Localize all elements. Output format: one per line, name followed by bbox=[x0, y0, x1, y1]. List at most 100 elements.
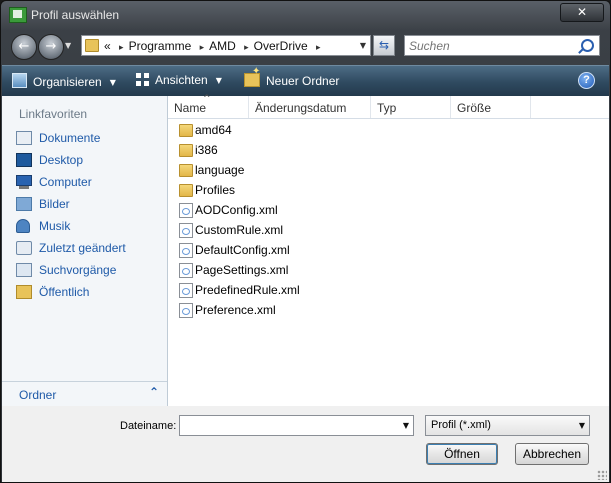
file-name: language bbox=[195, 163, 245, 177]
favorite-link-label: Dokumente bbox=[39, 131, 101, 145]
favorite-link-searches[interactable]: Suchvorgänge bbox=[2, 259, 167, 281]
resize-grip-icon[interactable] bbox=[597, 470, 607, 480]
filename-input[interactable] bbox=[183, 417, 388, 434]
searches-icon bbox=[16, 263, 32, 277]
favorite-link-music[interactable]: Musik bbox=[2, 215, 167, 237]
organize-menu-button[interactable]: Organisieren ▼ bbox=[12, 73, 116, 89]
command-toolbar: Organisieren ▼ Ansichten ▼ Neuer Ordner ? bbox=[2, 65, 609, 97]
chevron-up-icon: ⌃ bbox=[148, 385, 159, 399]
xml-file-icon bbox=[179, 303, 193, 318]
title-bar[interactable]: Profil auswählen ✕ bbox=[1, 1, 610, 29]
list-item[interactable]: CustomRule.xml bbox=[168, 220, 609, 240]
refresh-button[interactable]: ⇆ bbox=[373, 35, 395, 56]
help-icon[interactable]: ? bbox=[578, 72, 595, 89]
back-button[interactable]: ← bbox=[11, 34, 37, 60]
xml-file-icon bbox=[179, 263, 193, 278]
breadcrumb: « ▸ Programme ▸ AMD ▸ OverDrive ▸ bbox=[104, 39, 326, 53]
folder-icon bbox=[179, 184, 193, 197]
breadcrumb-separator-icon[interactable]: ▸ bbox=[244, 43, 249, 53]
column-header-row: ^ Name Änderungsdatum Typ Größe bbox=[168, 94, 609, 119]
xml-file-icon bbox=[179, 243, 193, 258]
favorite-link-computer[interactable]: Computer bbox=[2, 171, 167, 193]
public-folder-icon bbox=[16, 285, 32, 299]
favorite-link-documents[interactable]: Dokumente bbox=[2, 127, 167, 149]
favorite-link-recent[interactable]: Zuletzt geändert bbox=[2, 237, 167, 259]
recent-icon bbox=[16, 241, 32, 255]
open-button[interactable]: Öffnen bbox=[426, 443, 498, 465]
favorite-link-desktop[interactable]: Desktop bbox=[2, 149, 167, 171]
xml-file-icon bbox=[179, 283, 193, 298]
file-open-dialog: Profil auswählen ✕ ← → ▼ « ▸ Programme ▸ A… bbox=[0, 0, 611, 483]
file-name: DefaultConfig.xml bbox=[195, 243, 290, 257]
file-name: CustomRule.xml bbox=[195, 223, 284, 237]
breadcrumb-separator-icon[interactable]: ▸ bbox=[119, 43, 124, 53]
chevron-down-icon[interactable]: ▼ bbox=[403, 421, 409, 430]
cancel-button[interactable]: Abbrechen bbox=[515, 443, 589, 465]
list-item[interactable]: DefaultConfig.xml bbox=[168, 240, 609, 260]
new-folder-button[interactable]: Neuer Ordner bbox=[244, 66, 339, 88]
search-icon[interactable] bbox=[581, 39, 594, 52]
chevron-down-icon: ▼ bbox=[578, 421, 585, 430]
chevron-down-icon: ▼ bbox=[109, 78, 116, 87]
pictures-icon bbox=[16, 197, 32, 211]
app-icon bbox=[9, 7, 27, 23]
list-item[interactable]: AODConfig.xml bbox=[168, 200, 609, 220]
forward-button[interactable]: → bbox=[38, 34, 64, 60]
views-icon bbox=[136, 73, 149, 86]
favorite-link-label: Suchvorgänge bbox=[39, 263, 117, 277]
filetype-select[interactable]: Profil (*.xml) ▼ bbox=[425, 415, 590, 436]
desktop-icon bbox=[16, 153, 32, 167]
views-menu-button[interactable]: Ansichten ▼ bbox=[136, 73, 222, 87]
filename-label: Dateiname: bbox=[120, 420, 177, 432]
folder-icon bbox=[85, 39, 99, 52]
breadcrumb-separator-icon[interactable]: ▸ bbox=[316, 43, 321, 53]
favorite-link-label: Zuletzt geändert bbox=[39, 241, 126, 255]
close-button[interactable]: ✕ bbox=[560, 3, 604, 22]
folder-icon bbox=[179, 144, 193, 157]
new-folder-icon bbox=[244, 66, 260, 87]
list-item[interactable]: PageSettings.xml bbox=[168, 260, 609, 280]
folders-toggle[interactable]: Ordner ⌃ bbox=[2, 381, 167, 407]
favorite-link-public[interactable]: Öffentlich bbox=[2, 281, 167, 303]
file-name: Preference.xml bbox=[195, 303, 276, 317]
list-item[interactable]: language bbox=[168, 160, 609, 180]
dialog-content: Linkfavoriten Dokumente Desktop Computer… bbox=[2, 94, 609, 407]
xml-file-icon bbox=[179, 223, 193, 238]
address-dropdown-icon[interactable]: ▼ bbox=[360, 41, 366, 50]
folders-label: Ordner bbox=[19, 388, 57, 402]
folder-icon bbox=[179, 124, 193, 137]
address-bar[interactable]: « ▸ Programme ▸ AMD ▸ OverDrive ▸ ▼ bbox=[81, 35, 371, 56]
breadcrumb-separator-icon[interactable]: ▸ bbox=[200, 43, 205, 53]
favorite-link-label: Bilder bbox=[39, 197, 70, 211]
chevron-down-icon: ▼ bbox=[215, 76, 222, 85]
column-header-label: Name bbox=[174, 101, 207, 115]
column-header-type[interactable]: Typ bbox=[371, 96, 451, 118]
search-input[interactable] bbox=[409, 37, 574, 54]
list-item[interactable]: amd64 bbox=[168, 120, 609, 140]
breadcrumb-overflow[interactable]: « bbox=[104, 39, 111, 53]
search-box bbox=[404, 35, 600, 56]
file-name: i386 bbox=[195, 143, 218, 157]
organize-label: Organisieren bbox=[33, 75, 102, 89]
breadcrumb-item[interactable]: Programme bbox=[129, 39, 192, 53]
column-header-size[interactable]: Größe bbox=[451, 96, 531, 118]
organize-icon bbox=[12, 73, 27, 88]
breadcrumb-item[interactable]: AMD bbox=[209, 39, 236, 53]
favorite-link-label: Öffentlich bbox=[39, 285, 90, 299]
file-name: amd64 bbox=[195, 123, 232, 137]
breadcrumb-item[interactable]: OverDrive bbox=[254, 39, 308, 53]
list-item[interactable]: i386 bbox=[168, 140, 609, 160]
xml-file-icon bbox=[179, 203, 193, 218]
favorite-link-label: Musik bbox=[39, 219, 71, 233]
favorite-link-pictures[interactable]: Bilder bbox=[2, 193, 167, 215]
favorite-link-label: Desktop bbox=[39, 153, 84, 167]
favorites-heading: Linkfavoriten bbox=[19, 107, 88, 121]
recent-pages-dropdown-icon[interactable]: ▼ bbox=[65, 41, 71, 50]
list-item[interactable]: Profiles bbox=[168, 180, 609, 200]
dialog-footer: Dateiname: ▼ Profil (*.xml) ▼ Öffnen Abb… bbox=[2, 406, 609, 482]
list-item[interactable]: Preference.xml bbox=[168, 300, 609, 320]
list-item[interactable]: PredefinedRule.xml bbox=[168, 280, 609, 300]
column-header-date[interactable]: Änderungsdatum bbox=[249, 96, 371, 118]
column-header-name[interactable]: ^ Name bbox=[168, 94, 249, 118]
filetype-value: Profil (*.xml) bbox=[431, 419, 491, 431]
